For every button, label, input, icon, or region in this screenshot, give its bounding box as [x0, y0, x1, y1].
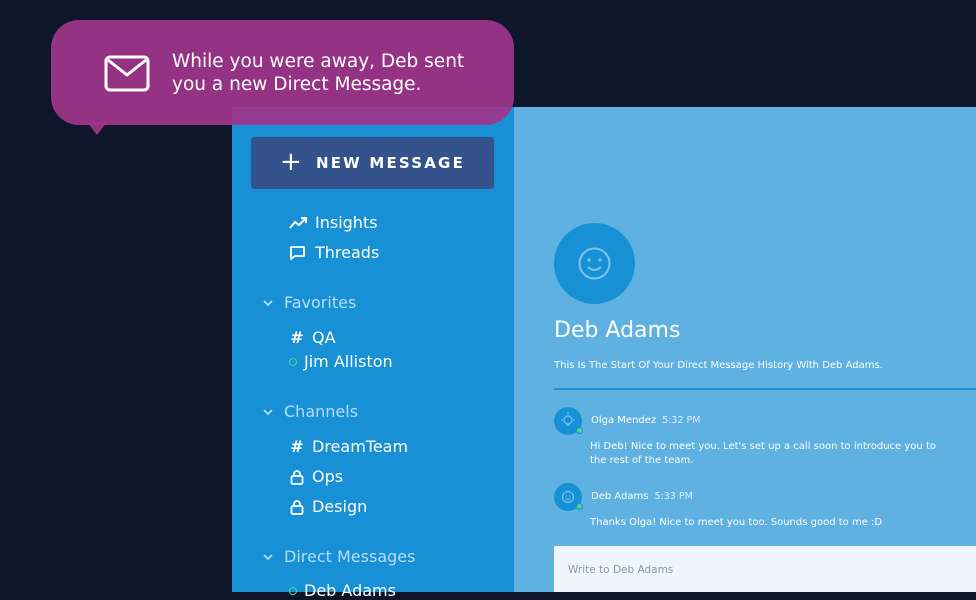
- sidebar-item-label: Deb Adams: [304, 581, 396, 600]
- notification-line: you a new Direct Message.: [172, 74, 422, 95]
- sidebar-item-label: DreamTeam: [312, 437, 409, 456]
- online-status-icon: [576, 427, 583, 434]
- message-composer[interactable]: [554, 546, 976, 592]
- section-channels[interactable]: Channels: [262, 402, 358, 421]
- hash-icon: #: [290, 328, 304, 347]
- online-status-icon: [576, 503, 583, 510]
- author-name: Deb Adams: [591, 491, 649, 502]
- plus-icon: +: [279, 146, 304, 177]
- chevron-down-icon: [263, 299, 273, 306]
- divider: [554, 388, 976, 390]
- sidebar-item-label: Jim Alliston: [304, 352, 393, 371]
- section-direct-messages[interactable]: Direct Messages: [262, 547, 415, 566]
- message-text: Thanks Olga! Nice to meet you too. Sound…: [590, 516, 882, 530]
- section-label: Favorites: [284, 293, 357, 312]
- message-author: Olga Mendez 5:32 PM: [591, 415, 700, 426]
- online-status-icon: [289, 586, 297, 595]
- sidebar-item-qa[interactable]: # QA: [289, 328, 336, 347]
- section-label: Direct Messages: [284, 547, 416, 566]
- section-favorites[interactable]: Favorites: [262, 293, 356, 312]
- chevron-down-icon: [263, 408, 273, 415]
- lock-icon: [290, 499, 304, 515]
- lock-icon: [290, 469, 304, 485]
- sidebar-item-design[interactable]: Design: [289, 497, 367, 516]
- avatar: [554, 223, 635, 304]
- sidebar-item-label: QA: [312, 328, 336, 347]
- notification-bubble[interactable]: While you were away, Deb sent you a new …: [51, 20, 514, 125]
- new-message-label: NEW MESSAGE: [315, 154, 466, 172]
- chat-bubble-icon: [290, 245, 305, 260]
- message-author: Deb Adams 5:33 PM: [591, 491, 693, 502]
- sidebar-item-jim-alliston[interactable]: Jim Alliston: [289, 352, 393, 371]
- smiley-icon: [578, 247, 611, 280]
- conversation-title: Deb Adams: [554, 318, 681, 343]
- mail-icon: [104, 55, 150, 92]
- sidebar-item-label: Ops: [312, 467, 344, 486]
- hash-icon: #: [290, 437, 304, 456]
- message-input[interactable]: [566, 563, 950, 577]
- message-line: Hi Deb! Nice to meet you. Let's set up a…: [590, 441, 936, 452]
- chat-app-window: + NEW MESSAGE Insights Threads Favorites…: [232, 107, 976, 600]
- section-label: Channels: [284, 402, 359, 421]
- message-time: 5:33 PM: [654, 491, 693, 502]
- notification-line: While you were away, Deb sent: [172, 51, 465, 72]
- notification-text: While you were away, Deb sent you a new …: [172, 50, 492, 96]
- sidebar-item-insights[interactable]: Insights: [289, 213, 378, 232]
- message-time: 5:32 PM: [662, 415, 701, 426]
- author-name: Olga Mendez: [591, 415, 657, 426]
- chevron-down-icon: [263, 553, 273, 560]
- sidebar-item-label: Insights: [315, 213, 378, 232]
- conversation-intro: This Is The Start Of Your Direct Message…: [554, 360, 883, 371]
- conversation-pane: Deb Adams This Is The Start Of Your Dire…: [514, 107, 976, 592]
- sidebar-item-threads[interactable]: Threads: [289, 243, 379, 262]
- notification-tail: [87, 122, 107, 135]
- message-line: the rest of the team.: [590, 455, 694, 466]
- sidebar-item-label: Threads: [315, 243, 380, 262]
- sidebar-item-dreamteam[interactable]: # DreamTeam: [289, 437, 408, 456]
- new-message-button[interactable]: + NEW MESSAGE: [251, 137, 494, 189]
- online-status-icon: [289, 357, 297, 366]
- message-line: Thanks Olga! Nice to meet you too. Sound…: [590, 517, 883, 528]
- sidebar-item-deb-adams[interactable]: Deb Adams: [289, 581, 396, 600]
- sidebar-item-label: Design: [312, 497, 368, 516]
- trending-up-icon: [289, 216, 307, 229]
- sidebar: + NEW MESSAGE Insights Threads Favorites…: [232, 107, 514, 600]
- message-text: Hi Deb! Nice to meet you. Let's set up a…: [590, 440, 936, 468]
- sidebar-item-ops[interactable]: Ops: [289, 467, 343, 486]
